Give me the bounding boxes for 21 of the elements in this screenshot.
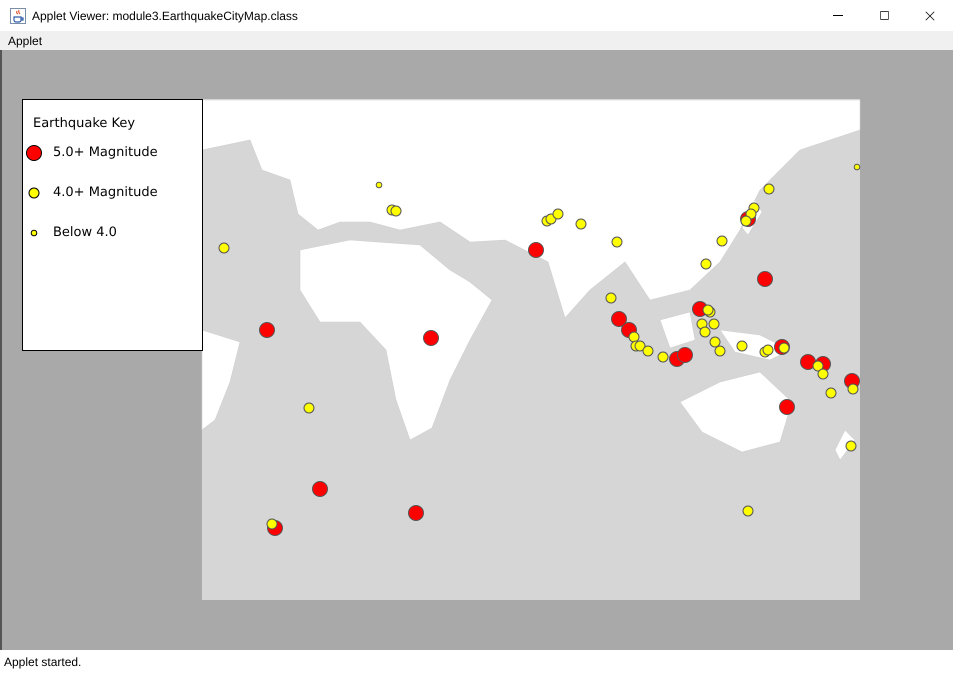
earthquake-marker (259, 322, 275, 338)
earthquake-marker (528, 242, 544, 258)
earthquake-marker (376, 182, 382, 188)
earthquake-marker (408, 505, 424, 521)
earthquake-marker (757, 271, 773, 287)
status-text: Applet started. (4, 654, 82, 671)
earthquake-marker (854, 164, 860, 170)
menu-item[interactable]: Applet (0, 34, 50, 46)
legend-label: 4.0+ Magnitude (53, 184, 158, 202)
earthquake-marker (677, 347, 693, 363)
minimize-icon (833, 15, 843, 16)
cup-icon (10, 8, 26, 24)
earthquake-marker (779, 399, 795, 415)
legend-label: Below 4.0 (53, 224, 117, 242)
maximize-icon (878, 10, 890, 21)
window-title: Applet Viewer: module3.EarthquakeCityMap.class (32, 8, 298, 24)
legend-label: 5.0+ Magnitude (53, 144, 158, 162)
earthquake-marker (312, 481, 328, 497)
legend-title: Earthquake Key (33, 115, 136, 133)
earthquake-marker (423, 330, 439, 346)
earthquake-marker (611, 311, 627, 327)
